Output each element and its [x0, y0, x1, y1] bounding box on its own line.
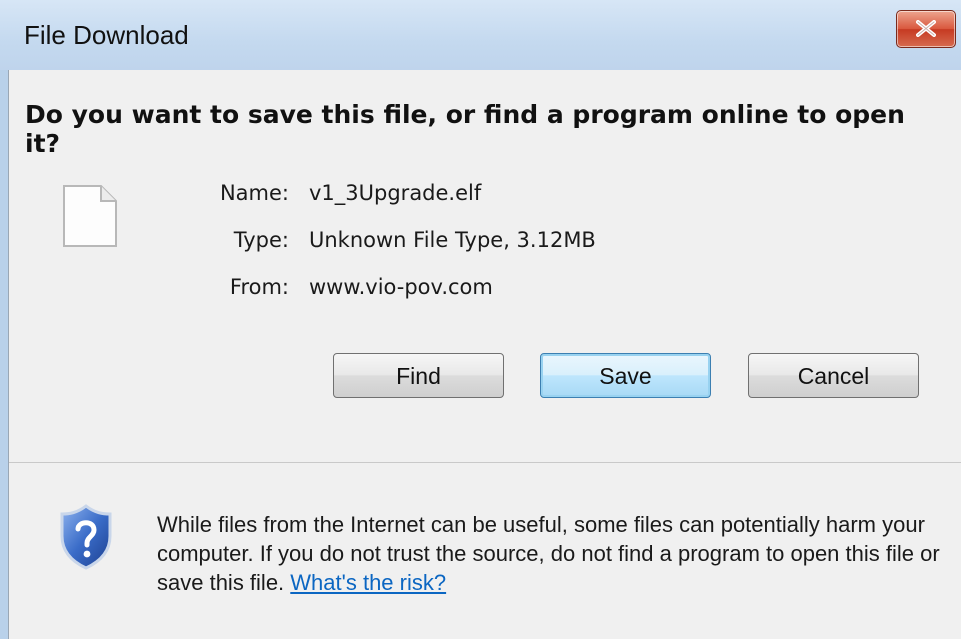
close-icon [916, 20, 936, 37]
close-button[interactable] [896, 10, 956, 48]
find-button[interactable]: Find [333, 353, 504, 398]
cancel-button[interactable]: Cancel [748, 353, 919, 398]
save-button[interactable]: Save [540, 353, 711, 398]
whats-the-risk-link[interactable]: What's the risk? [290, 570, 446, 595]
name-label: Name: [219, 181, 289, 205]
type-value: Unknown File Type, 3.12MB [309, 228, 596, 252]
window-title: File Download [24, 20, 189, 50]
title-bar[interactable]: File Download [0, 0, 961, 70]
dialog-question: Do you want to save this file, or find a… [25, 100, 905, 158]
warning-text: While files from the Internet can be use… [157, 512, 940, 595]
from-value: www.vio-pov.com [309, 275, 493, 299]
blank-file-icon [63, 185, 117, 247]
file-download-dialog: File Download Do you want to save this f… [0, 0, 961, 639]
security-shield-question-icon [60, 504, 112, 570]
section-divider [9, 462, 961, 463]
dialog-body: Do you want to save this file, or find a… [8, 70, 961, 639]
name-value: v1_3Upgrade.elf [309, 181, 482, 205]
type-label: Type: [233, 228, 289, 252]
from-label: From: [229, 275, 289, 299]
security-warning: While files from the Internet can be use… [157, 510, 957, 597]
